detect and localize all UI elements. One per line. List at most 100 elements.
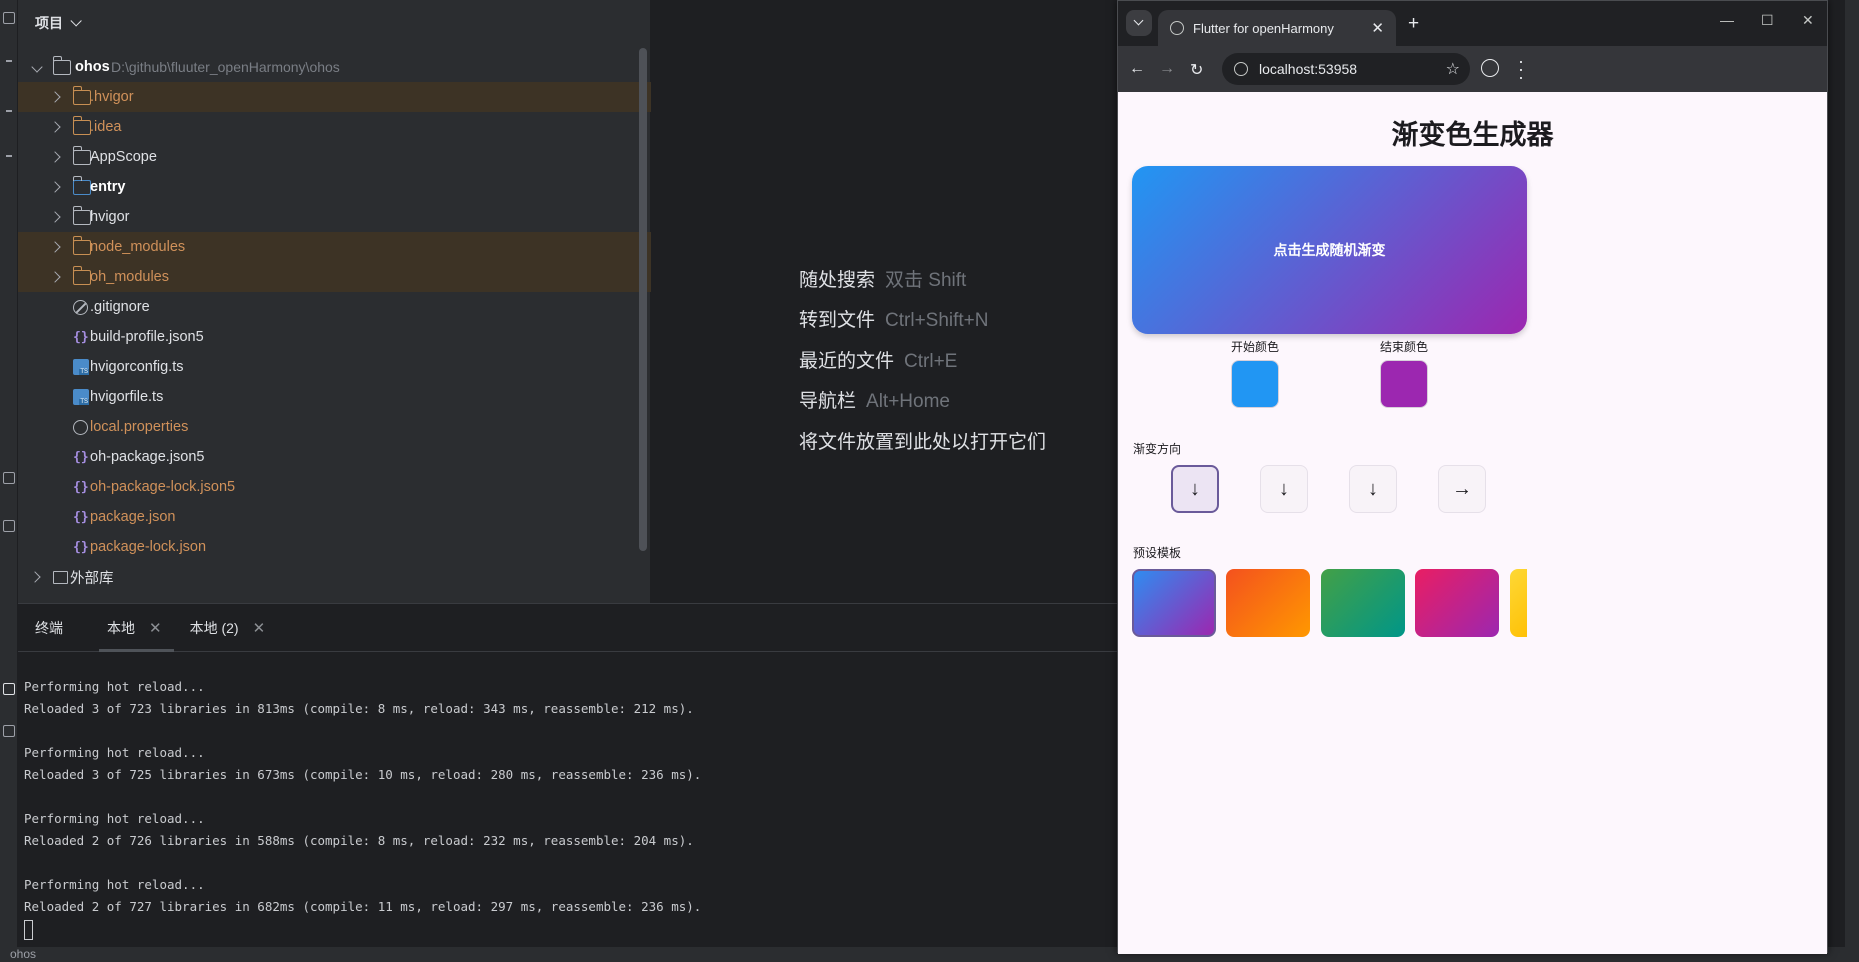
flutter-app: 渐变色生成器 点击生成随机渐变 开始颜色 结束颜色 渐变方向 ↓ ↓ ↓ → 预… [1118,92,1827,954]
minimize-icon[interactable]: — [1720,12,1734,28]
preset-tile[interactable] [1132,569,1216,637]
folder-icon [72,85,91,105]
tree-label: oh-package.json5 [90,449,205,465]
folder-icon [72,235,91,255]
hint-shortcut: Alt+Home [866,391,950,412]
project-panel-header[interactable]: 项目 [18,0,650,46]
tree-label: entry [90,179,126,195]
chevron-down-icon[interactable] [31,61,43,73]
close-icon[interactable]: ✕ [253,619,266,637]
tree-row[interactable]: {} oh-package-lock.json5 [18,472,651,502]
status-project[interactable]: ohos [10,947,36,961]
tab-label: 本地 [107,619,135,636]
tree-label: hvigorfile.ts [90,389,164,405]
right-tool-strip [1845,0,1859,947]
maximize-icon[interactable]: ☐ [1761,12,1774,29]
tree-label: 外部库 [70,570,114,587]
globe-icon [1170,21,1184,35]
build-tool-icon[interactable] [3,520,15,532]
chevron-down-icon [70,15,82,27]
hint-recent-files: 最近的文件 Ctrl+E [799,346,957,373]
chevron-right-icon[interactable] [49,211,61,223]
address-bar[interactable]: localhost:53958 ☆ [1222,53,1470,85]
page-title: 渐变色生成器 [1391,120,1554,150]
new-tab-icon[interactable]: + [1408,13,1419,35]
direction-button[interactable]: ↓ [1349,465,1397,513]
chevron-right-icon[interactable] [49,241,61,253]
tree-row[interactable]: AppScope [18,142,651,172]
end-color-label: 结束颜色 [1379,340,1428,354]
tab-local[interactable]: 本地 ✕ [99,604,174,652]
tree-row[interactable]: .gitignore [18,292,651,322]
problems-tool-icon[interactable] [3,725,15,737]
preset-tile[interactable] [1510,569,1527,637]
direction-label: 渐变方向 [1133,442,1182,456]
hint-navigation-bar: 导航栏 Alt+Home [799,386,950,413]
structure-tool-icon[interactable] [6,110,12,112]
tree-path: D:\github\fluuter_openHarmony\ohos [111,59,340,75]
project-scrollbar[interactable] [639,48,647,551]
tree-row[interactable]: hvigor [18,202,651,232]
window-close-icon[interactable]: ✕ [1802,12,1814,29]
close-icon[interactable]: ✕ [1371,19,1384,37]
start-color-swatch[interactable] [1231,360,1279,408]
direction-button-selected[interactable]: ↓ [1171,465,1219,513]
tree-label: package.json [90,509,176,525]
chevron-right-icon[interactable] [49,271,61,283]
back-icon[interactable]: ← [1129,60,1145,78]
terminal-output[interactable]: Performing hot reload... Reloaded 3 of 72… [18,652,1117,940]
commit-tool-icon[interactable] [6,60,12,62]
terminal-line: Performing hot reload... [24,679,205,694]
terminal-title: 终端 [35,604,63,652]
preview-text: 点击生成随机渐变 [1273,242,1386,258]
tree-row[interactable]: .idea [18,112,651,142]
chevron-right-icon[interactable] [49,121,61,133]
typescript-file-icon [73,389,89,405]
more-menu-icon[interactable]: · · · [1518,52,1524,86]
tree-label: hvigor [90,209,130,225]
profile-icon[interactable] [1481,59,1499,77]
browser-window: Flutter for openHarmony ✕ + — ☐ ✕ ← → ↻ … [1117,0,1828,954]
tree-row[interactable]: node_modules [18,232,651,262]
reload-icon[interactable]: ↻ [1190,60,1203,80]
direction-button[interactable]: ↓ [1260,465,1308,513]
chevron-right-icon[interactable] [49,181,61,193]
close-icon[interactable]: ✕ [149,619,162,637]
browser-tab[interactable]: Flutter for openHarmony ✕ [1158,10,1396,46]
preset-tile[interactable] [1226,569,1310,637]
tab-local-2[interactable]: 本地 (2) ✕ [190,604,266,652]
tree-row[interactable]: oh_modules [18,262,651,292]
more-tool-icon[interactable] [6,155,12,157]
chevron-right-icon[interactable] [49,91,61,103]
tree-row-root[interactable]: ohos D:\github\fluuter_openHarmony\ohos [18,52,651,82]
direction-button[interactable]: → [1438,465,1486,513]
terminal-line: Performing hot reload... [24,745,205,760]
tree-row[interactable]: entry [18,172,651,202]
chevron-right-icon[interactable] [49,151,61,163]
tree-row[interactable]: hvigorfile.ts [18,382,651,412]
site-info-icon[interactable] [1234,62,1248,76]
services-tool-icon[interactable] [3,472,15,484]
tree-row[interactable]: {} build-profile.json5 [18,322,651,352]
arrow-down-icon: ↓ [1279,477,1289,500]
terminal-tool-icon[interactable] [3,683,15,695]
end-color-swatch[interactable] [1380,360,1428,408]
tree-row[interactable]: hvigorconfig.ts [18,352,651,382]
forward-icon[interactable]: → [1159,60,1175,78]
hint-shortcut: Ctrl+Shift+N [885,310,989,331]
tree-row[interactable]: 外部库 [18,562,651,592]
tree-row[interactable]: local.properties [18,412,651,442]
tree-row[interactable]: .hvigor [18,82,651,112]
tree-row[interactable]: {} oh-package.json5 [18,442,651,472]
project-tool-icon[interactable] [3,12,15,24]
preset-tile[interactable] [1321,569,1405,637]
left-tool-strip [0,0,18,962]
tab-search-button[interactable] [1126,10,1152,36]
chevron-right-icon[interactable] [29,571,41,583]
tree-row[interactable]: {} package.json [18,502,651,532]
preset-tile[interactable] [1415,569,1499,637]
gradient-preview[interactable]: 点击生成随机渐变 [1132,166,1527,334]
tree-row[interactable]: {} package-lock.json [18,532,651,562]
bookmark-star-icon[interactable]: ☆ [1446,59,1460,79]
hint-label: 将文件放置到此处以打开它们 [799,432,1047,453]
